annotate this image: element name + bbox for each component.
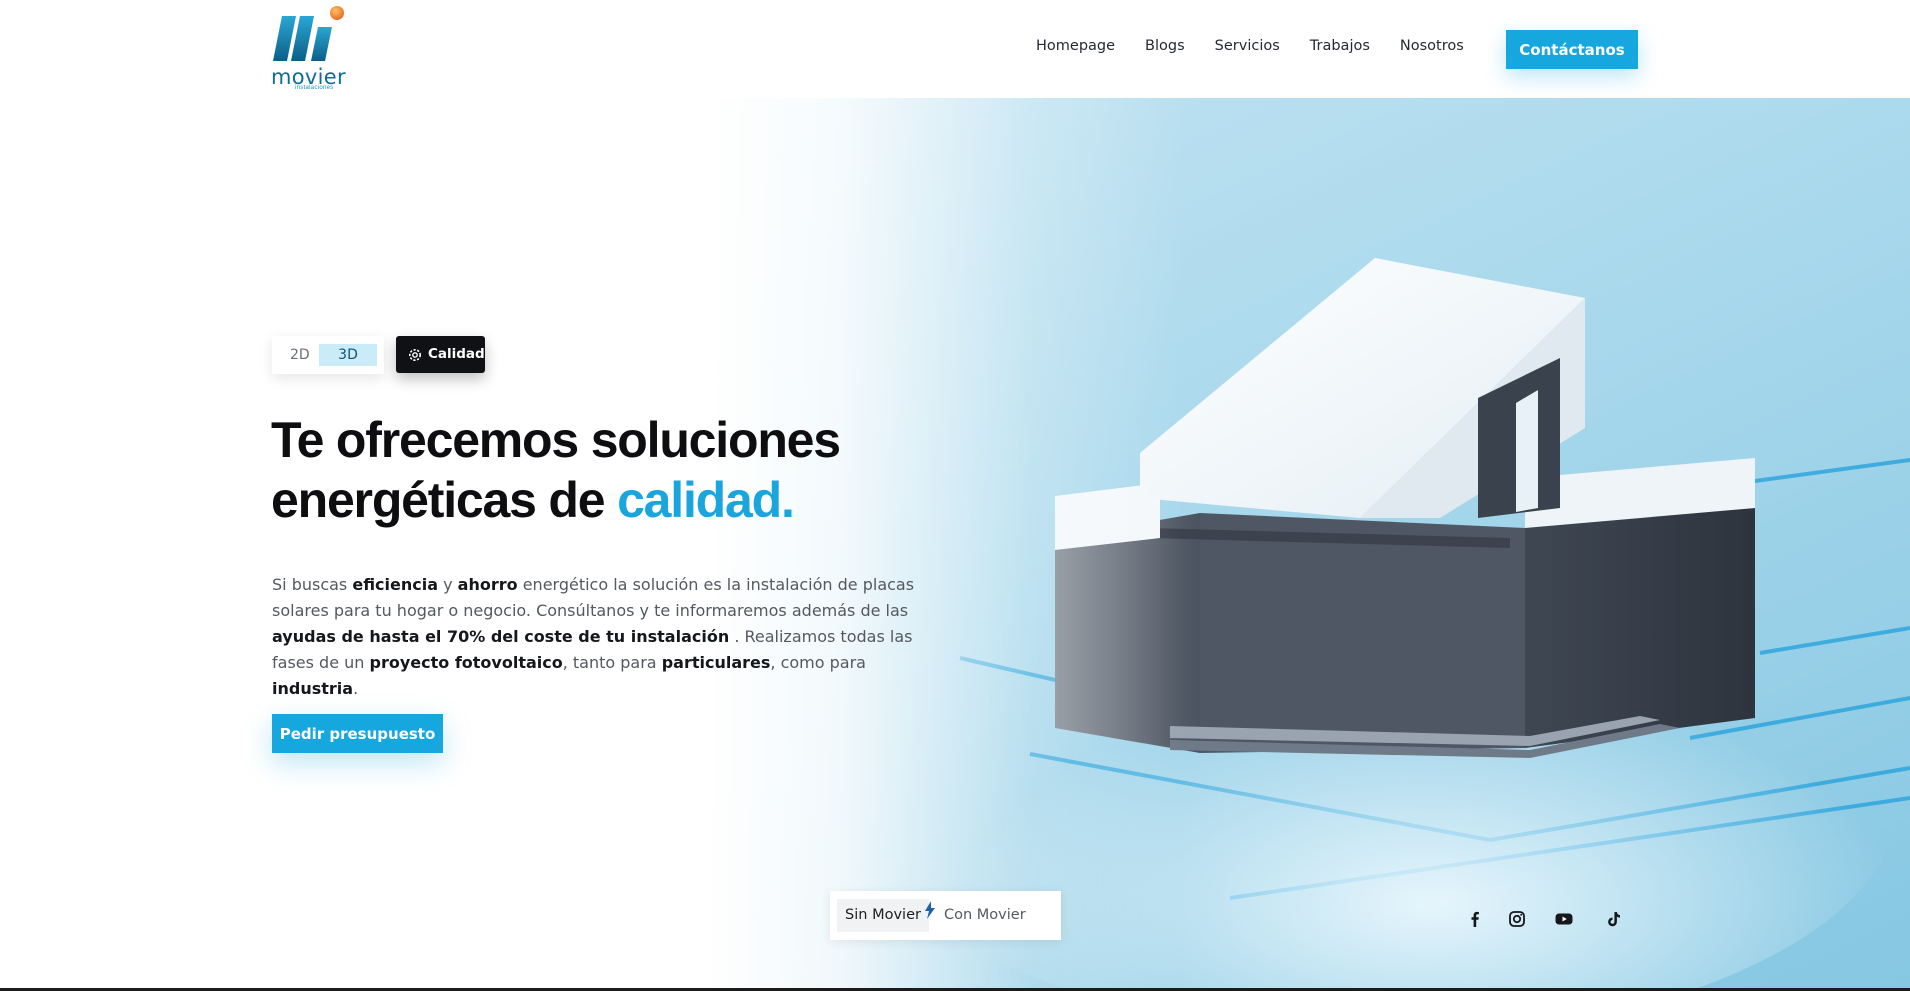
headline-line-1: Te ofrecemos soluciones bbox=[271, 412, 841, 468]
option-con-movier[interactable]: Con Movier bbox=[925, 899, 1026, 932]
instagram-icon[interactable] bbox=[1507, 909, 1527, 929]
option-con-movier-label: Con Movier bbox=[944, 907, 1026, 923]
desc-bold: ayudas de hasta el 70% del coste de tu i… bbox=[272, 627, 730, 646]
comparison-toggle: Sin Movier Con Movier bbox=[830, 891, 1061, 940]
desc-text: y bbox=[438, 575, 458, 594]
desc-text: , tanto para bbox=[562, 653, 662, 672]
brand-logo[interactable]: movier instalaciones bbox=[270, 5, 355, 93]
hero-description: Si buscas eficiencia y ahorro energético… bbox=[272, 572, 942, 702]
main-nav: Homepage Blogs Servicios Trabajos Nosotr… bbox=[1036, 38, 1494, 54]
toggle-3d[interactable]: 3D bbox=[319, 344, 377, 366]
gear-icon bbox=[409, 349, 421, 361]
toggle-2d[interactable]: 2D bbox=[290, 347, 310, 363]
hero-white-fade bbox=[0, 98, 1910, 991]
nav-item-nosotros[interactable]: Nosotros bbox=[1400, 38, 1464, 54]
nav-item-servicios[interactable]: Servicios bbox=[1215, 38, 1280, 54]
lightning-bolt-icon bbox=[925, 901, 935, 919]
desc-text: Si buscas bbox=[272, 575, 353, 594]
quality-badge[interactable]: Calidad bbox=[396, 336, 485, 373]
nav-item-trabajos[interactable]: Trabajos bbox=[1310, 38, 1370, 54]
view-mode-toggle: 2D 3D bbox=[272, 336, 384, 374]
desc-bold: eficiencia bbox=[352, 575, 439, 594]
site-header: movier instalaciones Homepage Blogs Serv… bbox=[0, 0, 1910, 98]
contact-button[interactable]: Contáctanos bbox=[1506, 30, 1638, 69]
facebook-icon[interactable] bbox=[1465, 909, 1485, 929]
request-quote-button[interactable]: Pedir presupuesto bbox=[272, 714, 443, 753]
nav-item-blogs[interactable]: Blogs bbox=[1145, 38, 1185, 54]
desc-bold: ahorro bbox=[457, 575, 518, 594]
desc-text: , como para bbox=[770, 653, 866, 672]
nav-item-homepage[interactable]: Homepage bbox=[1036, 38, 1115, 54]
desc-bold: industria bbox=[272, 679, 354, 698]
desc-bold: particulares bbox=[661, 653, 771, 672]
headline-accent: calidad. bbox=[617, 472, 795, 528]
headline-line-2: energéticas de bbox=[271, 472, 618, 528]
youtube-icon[interactable] bbox=[1554, 909, 1574, 929]
tiktok-icon[interactable] bbox=[1603, 909, 1623, 929]
desc-bold: proyecto fotovoltaico bbox=[369, 653, 563, 672]
desc-text: . bbox=[353, 679, 359, 698]
hero-3d-scene bbox=[0, 98, 1910, 991]
brand-tagline: instalaciones bbox=[295, 85, 334, 91]
hero-headline: Te ofrecemos soluciones energéticas de c… bbox=[271, 410, 841, 530]
badge-label: Calidad bbox=[428, 346, 485, 362]
option-sin-movier[interactable]: Sin Movier bbox=[837, 899, 929, 932]
